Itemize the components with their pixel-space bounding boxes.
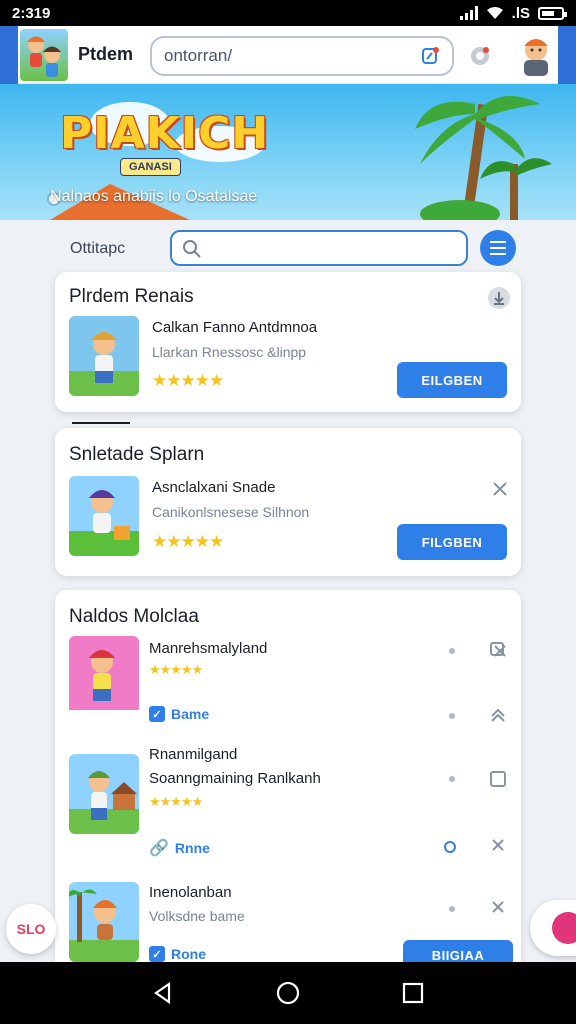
banner-logo: PIAKICH bbox=[60, 108, 270, 159]
item-description: Llarkan Rnessosc &linpp bbox=[152, 344, 307, 360]
boy-house-icon bbox=[69, 754, 139, 834]
status-icons: .lS bbox=[459, 4, 567, 22]
radio-icon[interactable] bbox=[443, 840, 457, 854]
filter-label: Ottitapc bbox=[70, 240, 126, 257]
item-subtitle: Soanngmaining Ranlkanh bbox=[149, 770, 321, 787]
header-search-value: ontorran/ bbox=[164, 46, 233, 65]
category-tag[interactable]: ✓ Rone bbox=[149, 946, 206, 962]
item-description: Canikonlsnesese Silhnon bbox=[152, 504, 310, 520]
tag-label: Rone bbox=[171, 946, 206, 962]
tag-label: Rnne bbox=[174, 840, 210, 856]
download-icon[interactable] bbox=[487, 286, 511, 310]
rating-stars: ★★★★★ bbox=[149, 662, 203, 677]
app-shortcut-icon bbox=[552, 912, 576, 944]
play-button[interactable]: EILGBEN bbox=[397, 362, 507, 398]
category-tag[interactable]: ✓ Bame bbox=[149, 706, 209, 722]
rating-stars: ★★★★★ bbox=[152, 371, 224, 390]
back-icon bbox=[153, 981, 170, 1005]
option-dot[interactable] bbox=[449, 648, 455, 654]
header-title: Ptdem bbox=[78, 44, 134, 64]
jungle-character-icon bbox=[69, 882, 139, 962]
game-thumbnail[interactable] bbox=[69, 882, 139, 962]
filter-search-input[interactable] bbox=[170, 230, 468, 266]
item-name: Inenolanban bbox=[149, 884, 232, 901]
game-thumbnail[interactable] bbox=[69, 754, 139, 834]
game-thumbnail[interactable] bbox=[69, 636, 139, 716]
checkbox-icon[interactable] bbox=[489, 770, 507, 788]
section-divider bbox=[72, 422, 130, 424]
boy-character-icon bbox=[69, 476, 139, 556]
option-dot[interactable] bbox=[449, 776, 455, 782]
battery-icon bbox=[538, 6, 567, 20]
floating-action-right[interactable] bbox=[530, 900, 576, 956]
recents-button[interactable] bbox=[400, 980, 426, 1006]
option-dot[interactable] bbox=[449, 906, 455, 912]
tag-label: Bame bbox=[171, 706, 210, 722]
link-icon: 🔗 bbox=[149, 840, 169, 857]
refresh-icon[interactable] bbox=[420, 46, 440, 66]
app-header: Ptdem ontorran/ bbox=[0, 25, 576, 84]
item-description: Volksdne bame bbox=[149, 908, 245, 924]
tag-icon: ✓ bbox=[149, 946, 165, 962]
header-accent-bar-right bbox=[558, 26, 576, 84]
close-icon[interactable] bbox=[491, 480, 509, 498]
boy-character-icon bbox=[69, 316, 139, 396]
option-dot[interactable] bbox=[449, 713, 455, 719]
card-title: Snletade Splarn bbox=[69, 444, 205, 465]
tag-icon: ✓ bbox=[149, 706, 165, 722]
search-icon bbox=[183, 240, 201, 258]
card-recommended: Plrdem Renais Calkan Fanno Antdmnoa Llar… bbox=[55, 272, 521, 412]
app-logo[interactable] bbox=[20, 28, 68, 81]
card-title: Plrdem Renais bbox=[69, 286, 194, 307]
girl-character-icon bbox=[69, 636, 139, 710]
item-name: Calkan Fanno Antdmnoa bbox=[152, 319, 318, 336]
promo-banner[interactable]: PIAKICH GANASI Nalnaos anabiis lo Osatal… bbox=[0, 84, 576, 220]
item-name: Asnclalxani Snade bbox=[152, 479, 276, 496]
status-bar: 2:319 .lS bbox=[0, 0, 576, 26]
play-button[interactable]: BIIGIAA bbox=[403, 940, 513, 963]
wifi-icon bbox=[486, 7, 503, 19]
item-name: Manrehsmalyland bbox=[149, 640, 268, 657]
remove-icon[interactable] bbox=[489, 640, 507, 658]
close-icon[interactable] bbox=[491, 838, 505, 852]
header-accent-bar bbox=[0, 25, 18, 84]
card-selected: Snletade Splarn Asnclalxani Snade Caniko… bbox=[55, 428, 521, 576]
filter-row: Ottitapc bbox=[0, 220, 576, 274]
user-avatar[interactable] bbox=[512, 30, 560, 78]
close-icon[interactable] bbox=[491, 900, 505, 914]
item-name: Rnanmilgand bbox=[149, 746, 238, 763]
settings-icon[interactable] bbox=[468, 44, 492, 68]
rating-stars: ★★★★★ bbox=[152, 532, 224, 551]
badge-label: SLO bbox=[16, 921, 46, 937]
category-tag[interactable]: 🔗 Rnne bbox=[149, 838, 210, 858]
chevron-up-icon[interactable] bbox=[489, 706, 507, 724]
play-button[interactable]: FILGBEN bbox=[397, 524, 507, 560]
header-search-input[interactable]: ontorran/ bbox=[150, 36, 454, 76]
back-button[interactable] bbox=[150, 980, 176, 1006]
card-title: Naldos Molclaa bbox=[69, 606, 199, 627]
home-icon bbox=[276, 981, 300, 1005]
network-label: .lS bbox=[511, 4, 530, 22]
card-new-games: Naldos Molclaa Manrehsmalyland ★★★★★ ✓ Ba… bbox=[55, 590, 521, 963]
banner-logo-sub: GANASI bbox=[120, 158, 181, 176]
signal-icon bbox=[459, 6, 478, 20]
recents-icon bbox=[403, 982, 424, 1004]
home-button[interactable] bbox=[275, 980, 301, 1006]
menu-icon bbox=[490, 241, 506, 243]
kids-logo-icon bbox=[27, 36, 61, 77]
floating-action-left[interactable]: SLO bbox=[6, 904, 56, 954]
rating-stars: ★★★★★ bbox=[149, 794, 203, 809]
menu-button[interactable] bbox=[480, 230, 516, 266]
game-thumbnail[interactable] bbox=[69, 316, 139, 396]
system-nav-bar bbox=[0, 962, 576, 1024]
banner-tagline: Nalnaos anabiis lo Osatalsae bbox=[50, 188, 258, 205]
game-thumbnail[interactable] bbox=[69, 476, 139, 556]
status-time: 2:319 bbox=[12, 4, 51, 22]
